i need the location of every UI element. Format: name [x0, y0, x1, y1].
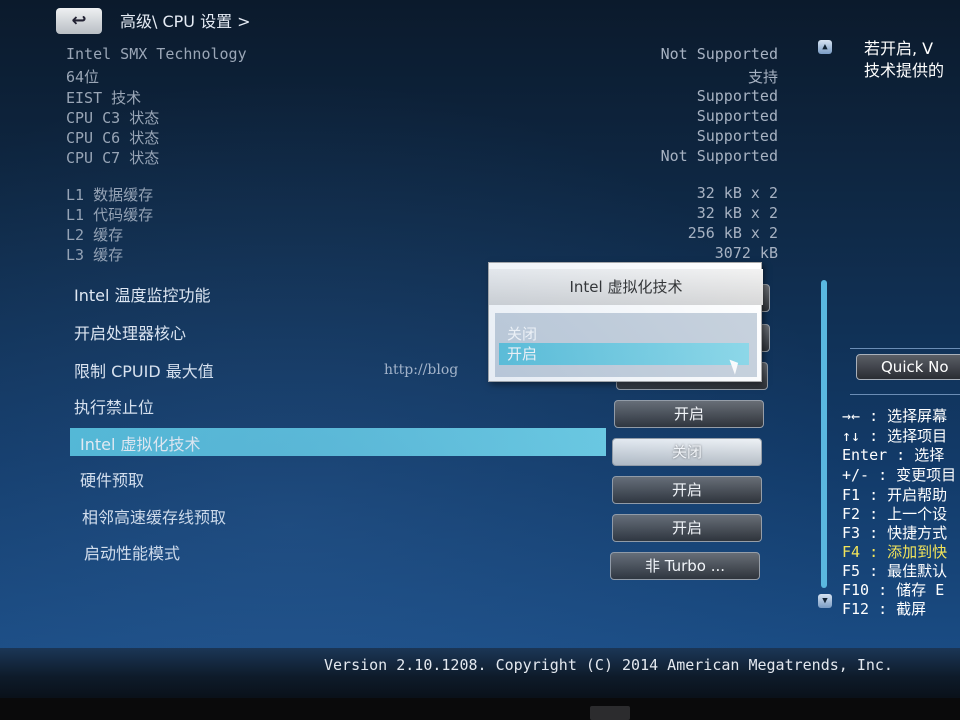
info-row-l1d: L1 数据缓存 32 kB x 2 [66, 184, 778, 204]
setting-thermal-monitor[interactable]: Intel 温度监控功能 [74, 282, 211, 306]
info-value: Supported [696, 87, 778, 105]
setting-vt-row-highlighted[interactable]: Intel 虚拟化技术 [70, 428, 606, 456]
setting-adjacent-prefetch[interactable]: 相邻高速缓存线预取 [82, 504, 226, 528]
option-popup: Intel 虚拟化技术 关闭 开启 [488, 262, 763, 382]
setting-active-cores[interactable]: 开启处理器核心 [74, 320, 186, 344]
help-description: 若开启, V 技术提供的 [864, 39, 945, 80]
info-row-c7: CPU C7 状态 Not Supported [66, 147, 778, 167]
setting-value-button[interactable]: 开启 [612, 476, 762, 504]
key-hint: F2 : 上一个设 [842, 505, 948, 523]
key-hint: F1 : 开启帮助 [842, 486, 948, 504]
info-row-l3: L3 缓存 3072 kB [66, 244, 778, 264]
divider [850, 394, 960, 395]
info-value: 32 kB x 2 [696, 204, 778, 222]
key-hint: ↑↓ : 选择项目 [842, 427, 948, 445]
popup-option-on-selected[interactable]: 开启 [499, 343, 749, 365]
bios-screen: ↩ 高级\ CPU 设置 > Intel SMX Technology Not S… [0, 0, 960, 655]
key-hint: F3 : 快捷方式 [842, 524, 948, 542]
key-hint-f4: F4 : 添加到快 [842, 543, 948, 561]
info-row-l1c: L1 代码缓存 32 kB x 2 [66, 204, 778, 224]
info-label: L1 代码缓存 [66, 206, 154, 224]
info-label: L3 缓存 [66, 246, 124, 264]
info-label: EIST 技术 [66, 89, 142, 107]
info-value: 256 kB x 2 [687, 224, 778, 242]
info-label: Intel SMX Technology [66, 45, 247, 63]
info-row-c6: CPU C6 状态 Supported [66, 127, 778, 147]
info-label: CPU C3 状态 [66, 109, 160, 127]
info-row-64bit: 64位 支持 [66, 66, 778, 86]
setting-cpuid-limit[interactable]: 限制 CPUID 最大值 [74, 358, 214, 382]
popup-title: Intel 虚拟化技术 [489, 269, 763, 305]
watermark: http://blog [384, 362, 459, 378]
info-value: 支持 [747, 68, 778, 86]
info-label: L2 缓存 [66, 226, 124, 244]
copyright-text: Version 2.10.1208. Copyright (C) 2014 Am… [324, 656, 893, 674]
info-label: CPU C6 状态 [66, 129, 160, 147]
divider [850, 348, 960, 349]
info-value: Supported [696, 107, 778, 125]
back-button[interactable]: ↩ [56, 8, 102, 34]
info-row-c3: CPU C3 状态 Supported [66, 107, 778, 127]
info-label: CPU C7 状态 [66, 149, 160, 167]
setting-execute-disable[interactable]: 执行禁止位 [74, 394, 154, 418]
back-arrow-icon: ↩ [71, 10, 87, 31]
setting-value-button[interactable]: 开启 [614, 400, 764, 428]
info-row-smx: Intel SMX Technology Not Supported [66, 45, 778, 65]
key-hint: F12 : 截屏 [842, 600, 927, 618]
scroll-thumb[interactable] [821, 280, 827, 588]
scroll-up-arrow-icon[interactable]: ▲ [818, 40, 832, 54]
setting-value-button[interactable]: 非 Turbo ... [610, 552, 760, 580]
info-value: Supported [696, 127, 778, 145]
info-value: Not Supported [660, 147, 778, 165]
quick-note-button[interactable]: Quick No [856, 354, 960, 380]
key-hint: +/- : 变更项目 [842, 466, 957, 484]
scrollbar[interactable]: ▲ ▼ [818, 40, 832, 608]
info-row-l2: L2 缓存 256 kB x 2 [66, 224, 778, 244]
key-hint: →← : 选择屏幕 [842, 407, 948, 425]
setting-value-button[interactable]: 开启 [612, 514, 762, 542]
info-label: L1 数据缓存 [66, 186, 154, 204]
info-label: 64位 [66, 68, 100, 86]
key-hint: Enter : 选择 [842, 446, 945, 464]
key-hint: F5 : 最佳默认 [842, 562, 948, 580]
info-row-eist: EIST 技术 Supported [66, 87, 778, 107]
breadcrumb: 高级\ CPU 设置 > [120, 12, 251, 31]
setting-hw-prefetch[interactable]: 硬件预取 [80, 467, 144, 491]
popup-option-off[interactable]: 关闭 [507, 323, 537, 344]
scroll-down-arrow-icon[interactable]: ▼ [818, 594, 832, 608]
setting-vt-value-button[interactable]: 关闭 [612, 438, 762, 466]
monitor-bezel [0, 698, 960, 720]
info-value: 32 kB x 2 [696, 184, 778, 202]
setting-vt-label: Intel 虚拟化技术 [80, 435, 201, 454]
info-value: 3072 kB [714, 244, 778, 262]
key-hint: F10 : 储存 E [842, 581, 945, 599]
monitor-logo [590, 706, 630, 720]
setting-boot-performance[interactable]: 启动性能模式 [84, 540, 180, 564]
info-value: Not Supported [660, 45, 778, 63]
